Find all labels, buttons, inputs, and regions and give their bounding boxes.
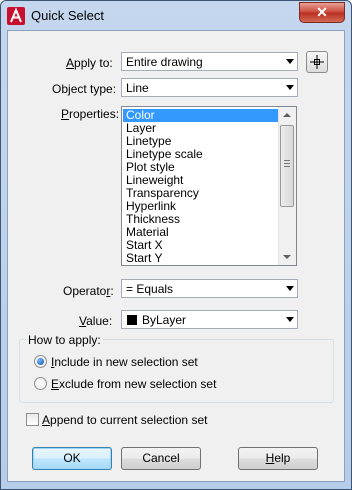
how-to-apply-group (19, 339, 334, 403)
value-dropdown[interactable]: ByLayer (121, 310, 298, 329)
include-label[interactable]: Include in new selection set (51, 355, 198, 369)
exclude-radio[interactable] (34, 377, 47, 390)
window-title: Quick Select (31, 8, 104, 23)
chevron-down-icon (286, 317, 294, 322)
title-bar[interactable]: Quick Select ✕ (1, 1, 351, 31)
operator-value: = Equals (126, 282, 174, 296)
value-label: Value: (79, 314, 113, 328)
apply-to-dropdown[interactable]: Entire drawing (121, 52, 298, 71)
how-to-apply-title: How to apply: (26, 333, 103, 347)
apply-to-value: Entire drawing (126, 55, 203, 69)
properties-label: Properties: (61, 107, 120, 121)
properties-listbox[interactable]: Color Layer Linetype Linetype scale Plot… (121, 106, 297, 266)
scroll-down-arrow-icon[interactable] (283, 255, 291, 259)
scroll-up-arrow-icon[interactable] (283, 113, 291, 117)
object-type-value: Line (126, 81, 149, 95)
autocad-logo-icon (7, 7, 25, 25)
cancel-button[interactable]: Cancel (121, 447, 201, 470)
close-button[interactable]: ✕ (299, 2, 345, 23)
append-label[interactable]: Append to current selection set (42, 413, 207, 427)
crosshair-pick-icon (310, 55, 324, 69)
object-type-label: Object type: (52, 82, 117, 96)
properties-scrollbar[interactable] (278, 107, 296, 265)
chevron-down-icon (286, 59, 294, 64)
help-button[interactable]: Help (238, 447, 318, 470)
radio-selected-dot (37, 358, 44, 365)
scrollbar-thumb[interactable] (280, 125, 294, 207)
select-objects-button[interactable] (306, 51, 328, 73)
object-type-dropdown[interactable]: Line (121, 78, 298, 97)
include-radio[interactable] (34, 355, 47, 368)
append-checkbox[interactable] (26, 413, 39, 426)
apply-to-label: Apply to: (66, 56, 113, 70)
chevron-down-icon (286, 85, 294, 90)
grip-icon (284, 160, 290, 161)
properties-item-start-y[interactable]: Start Y (123, 252, 279, 265)
operator-dropdown[interactable]: = Equals (121, 279, 298, 298)
value-value: ByLayer (142, 313, 187, 327)
chevron-down-icon (286, 286, 294, 291)
ok-button[interactable]: OK (32, 447, 112, 470)
exclude-label[interactable]: Exclude from new selection set (51, 377, 216, 391)
operator-label: Operator: (63, 284, 114, 298)
color-swatch (127, 315, 137, 325)
